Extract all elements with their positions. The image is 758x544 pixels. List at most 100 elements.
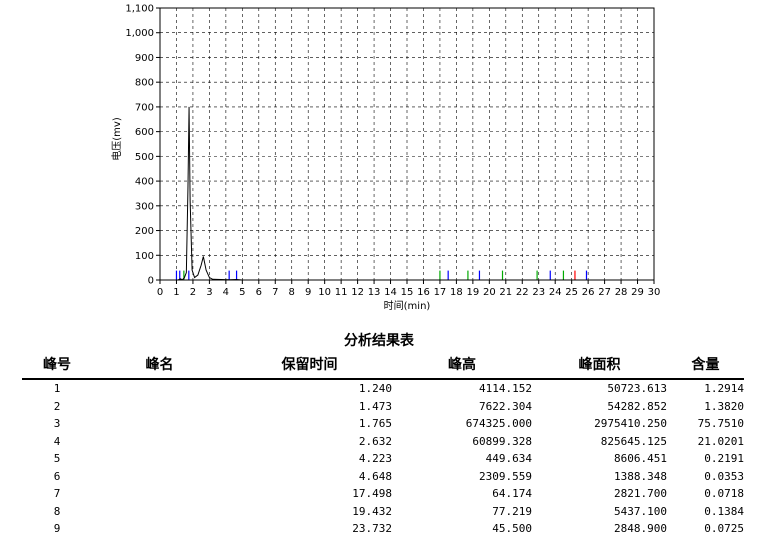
x-tick-label: 14 — [384, 287, 397, 298]
x-axis-ticks: 0 1 2 3 4 5 6 7 8 9 10 11 12 13 14 15 16 17 18 19 20 21 22 23 24… — [157, 280, 660, 298]
cell-height: 449.634 — [485, 452, 532, 466]
cell-height: 77.219 — [492, 504, 532, 518]
x-tick-label: 20 — [483, 287, 496, 298]
y-tick-label: 1,100 — [125, 4, 154, 15]
cell-pct: 1.3820 — [704, 399, 744, 413]
cell-name — [92, 398, 227, 416]
cell-pct: 75.7510 — [697, 417, 744, 431]
results-header-row: 峰号 峰名 保留时间 峰高 峰面积 含量 — [22, 352, 744, 380]
cell-no: 3 — [53, 417, 61, 431]
cell-name — [92, 450, 227, 468]
report-title: 分析结果表 — [344, 333, 414, 349]
cell-rt: 19.432 — [352, 504, 392, 518]
peak-markers — [175, 270, 588, 280]
cell-name — [92, 503, 227, 521]
cell-area: 2821.700 — [614, 487, 667, 501]
y-tick-label: 1,000 — [125, 28, 154, 39]
cell-no: 5 — [53, 452, 61, 466]
cell-no: 6 — [53, 469, 61, 483]
x-tick-label: 25 — [565, 287, 578, 298]
y-tick-label: 100 — [135, 251, 154, 262]
cell-area: 54282.852 — [607, 399, 667, 413]
x-tick-label: 2 — [190, 287, 196, 298]
cell-area: 8606.451 — [614, 452, 667, 466]
cell-rt: 4.648 — [358, 469, 392, 483]
cell-pct: 0.0725 — [704, 522, 744, 536]
cell-rt: 4.223 — [358, 452, 392, 466]
cell-area: 2975410.250 — [594, 417, 667, 431]
cell-height: 60899.328 — [472, 434, 532, 448]
cell-no: 8 — [53, 504, 61, 518]
cell-no: 4 — [53, 434, 61, 448]
x-tick-label: 7 — [272, 287, 278, 298]
cell-pct: 21.0201 — [697, 434, 744, 448]
x-tick-label: 29 — [631, 287, 644, 298]
x-tick-label: 23 — [532, 287, 545, 298]
y-tick-label: 400 — [135, 177, 154, 188]
table-row: 1 1.240 4114.152 50723.613 1.2914 — [22, 379, 744, 398]
table-row: 6 4.648 2309.559 1388.348 0.0353 — [22, 468, 744, 486]
cell-pct: 1.2914 — [704, 382, 744, 396]
y-tick-label: 800 — [135, 78, 154, 89]
y-tick-label: 600 — [135, 127, 154, 138]
table-row: 9 23.732 45.500 2848.900 0.0725 — [22, 520, 744, 538]
x-tick-label: 17 — [434, 287, 447, 298]
x-tick-label: 8 — [289, 287, 295, 298]
y-tick-label: 700 — [135, 102, 154, 113]
x-tick-label: 24 — [549, 287, 562, 298]
results-table: 峰号 峰名 保留时间 峰高 峰面积 含量 1 1.240 4114.152 50723… — [22, 352, 744, 538]
cell-area: 1388.348 — [614, 469, 667, 483]
cell-pct: 0.1384 — [704, 504, 744, 518]
cell-height: 4114.152 — [479, 382, 532, 396]
cell-name — [92, 520, 227, 538]
x-tick-label: 27 — [598, 287, 611, 298]
cell-name — [92, 415, 227, 433]
table-row: 3 1.765 674325.000 2975410.250 75.7510 — [22, 415, 744, 433]
cell-area: 2848.900 — [614, 522, 667, 536]
col-header-peak-name: 峰名 — [92, 352, 227, 380]
chart-grid — [160, 8, 654, 280]
cell-rt: 23.732 — [352, 522, 392, 536]
y-axis-ticks: 0 100 200 300 400 500 600 700 800 900 1,000 1,100 — [125, 4, 160, 287]
x-tick-label: 13 — [368, 287, 381, 298]
cell-area: 50723.613 — [607, 382, 667, 396]
cell-no: 2 — [53, 399, 61, 413]
cell-area: 825645.125 — [600, 434, 667, 448]
cell-no: 9 — [53, 522, 61, 536]
cell-pct: 0.0718 — [704, 487, 744, 501]
x-tick-label: 16 — [417, 287, 430, 298]
x-tick-label: 9 — [305, 287, 311, 298]
x-tick-label: 18 — [450, 287, 463, 298]
cell-height: 64.174 — [492, 487, 532, 501]
x-tick-label: 11 — [335, 287, 348, 298]
x-axis-label: 时间(min) — [384, 299, 431, 312]
col-header-peak-no: 峰号 — [22, 352, 92, 380]
x-tick-label: 12 — [351, 287, 364, 298]
cell-rt: 1.765 — [358, 417, 392, 431]
cell-rt: 2.632 — [358, 434, 392, 448]
cell-rt: 17.498 — [352, 487, 392, 501]
col-header-content: 含量 — [667, 352, 744, 380]
table-row: 5 4.223 449.634 8606.451 0.2191 — [22, 450, 744, 468]
x-tick-label: 1 — [173, 287, 179, 298]
chromatogram-chart: 01002003004005006007008009001,0001,100 0… — [110, 4, 660, 313]
cell-pct: 0.0353 — [704, 469, 744, 483]
cell-height: 45.500 — [492, 522, 532, 536]
cell-rt: 1.240 — [358, 382, 392, 396]
cell-area: 5437.100 — [614, 504, 667, 518]
x-tick-label: 28 — [615, 287, 628, 298]
col-header-retention-time: 保留时间 — [227, 352, 392, 380]
y-tick-label: 900 — [135, 53, 154, 64]
cell-pct: 0.2191 — [704, 452, 744, 466]
x-tick-label: 26 — [582, 287, 595, 298]
x-tick-label: 6 — [256, 287, 262, 298]
x-tick-label: 21 — [499, 287, 512, 298]
table-row: 8 19.432 77.219 5437.100 0.1384 — [22, 503, 744, 521]
cell-no: 7 — [53, 487, 61, 501]
col-header-peak-area: 峰面积 — [532, 352, 667, 380]
plot-frame — [159, 7, 655, 281]
x-tick-label: 19 — [466, 287, 479, 298]
cell-no: 1 — [53, 382, 61, 396]
cell-name — [92, 485, 227, 503]
x-tick-label: 5 — [239, 287, 245, 298]
